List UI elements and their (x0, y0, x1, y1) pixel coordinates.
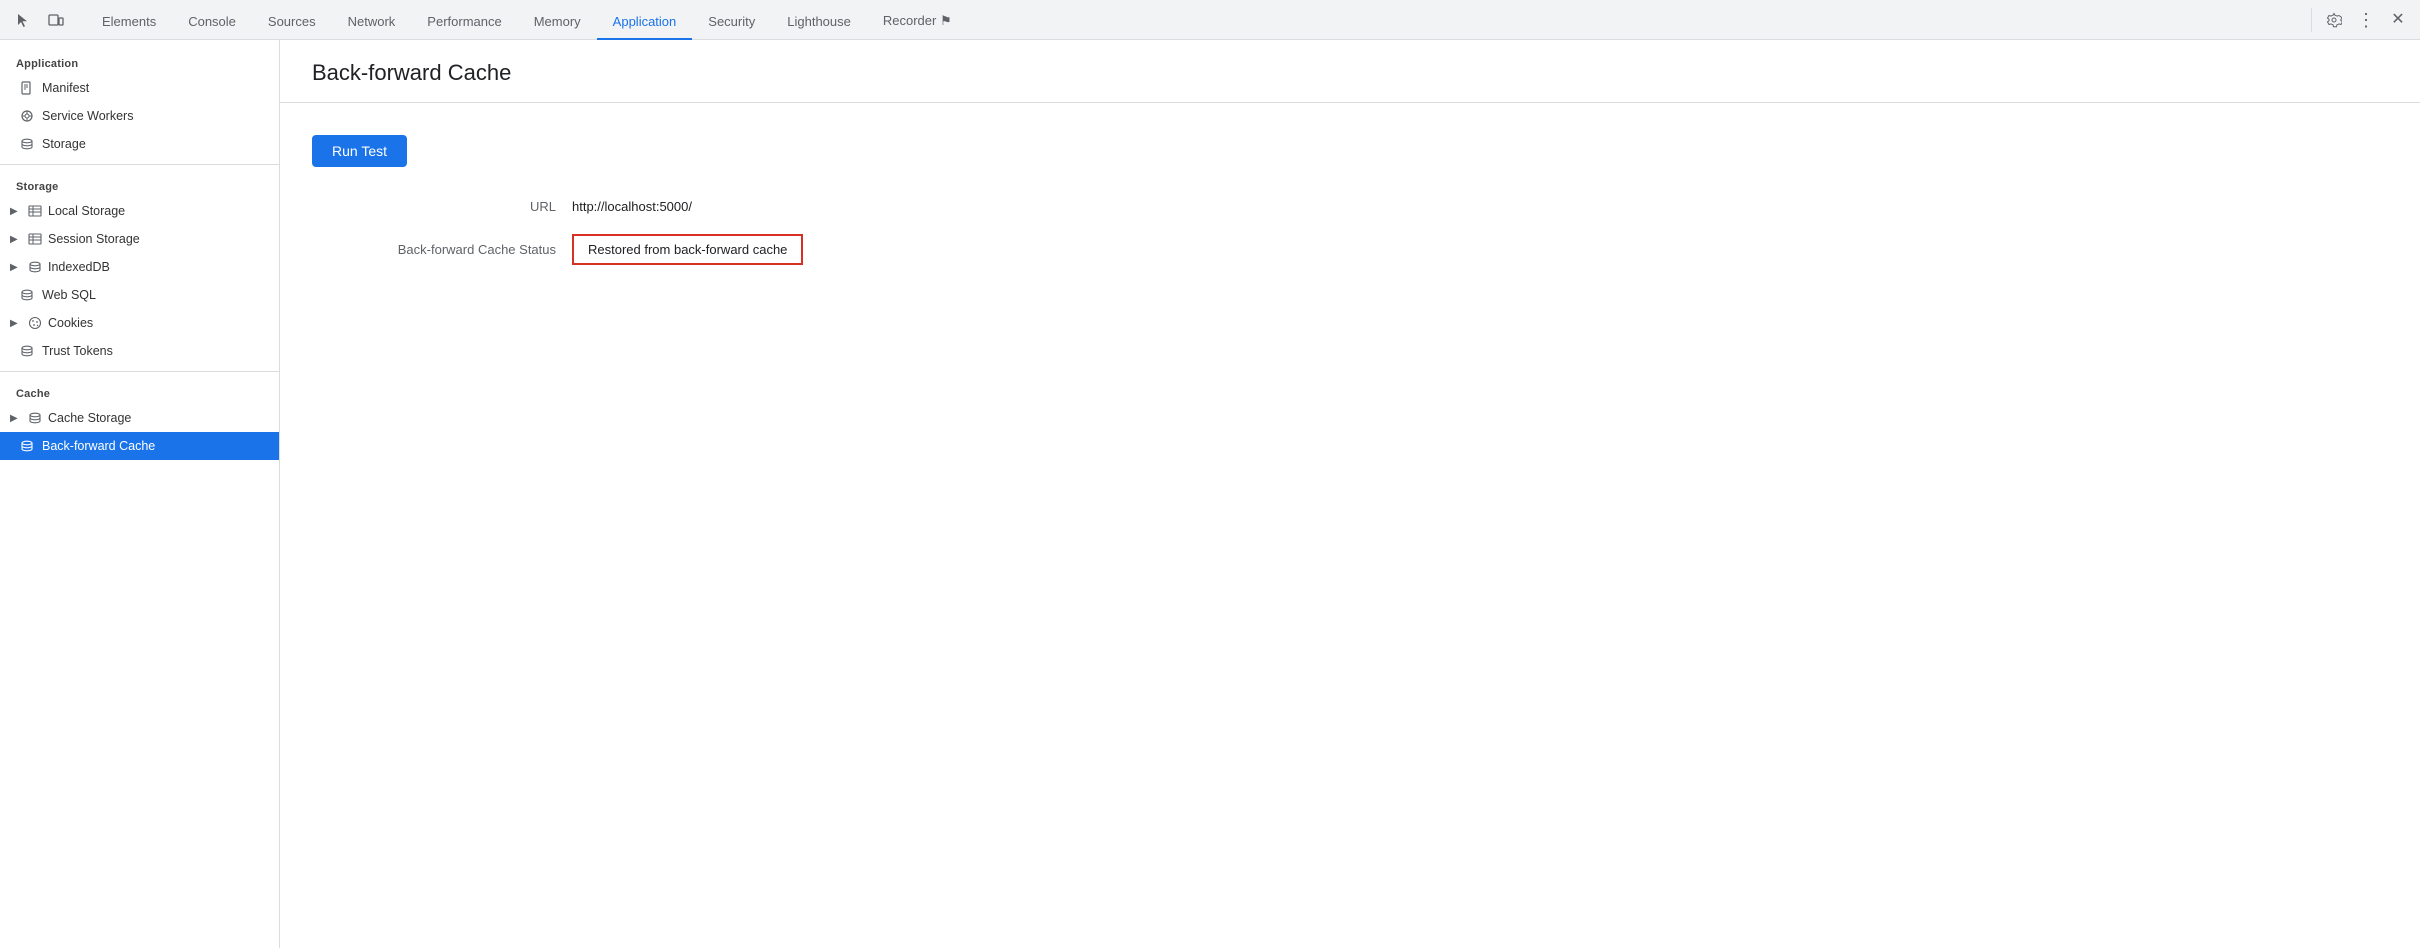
sidebar-item-indexed-db[interactable]: ▶ IndexedDB (0, 253, 279, 281)
tab-application[interactable]: Application (597, 4, 693, 40)
service-workers-icon (20, 109, 34, 123)
back-forward-cache-icon (20, 439, 34, 453)
sidebar-item-back-forward-cache[interactable]: Back-forward Cache (0, 432, 279, 460)
tab-bar-right: ⋮ ✕ (2307, 6, 2412, 34)
sidebar-item-manifest[interactable]: Manifest (0, 74, 279, 102)
indexed-db-icon (28, 260, 42, 274)
tab-bar: Elements Console Sources Network Perform… (0, 0, 2420, 40)
cache-storage-label: Cache Storage (48, 411, 131, 425)
sidebar-item-local-storage[interactable]: ▶ Local Storage (0, 197, 279, 225)
url-row: URL http://localhost:5000/ (312, 199, 2388, 214)
cursor-icon-button[interactable] (8, 6, 36, 34)
tab-elements[interactable]: Elements (86, 4, 172, 40)
web-sql-label: Web SQL (42, 288, 96, 302)
tab-performance[interactable]: Performance (411, 4, 517, 40)
cache-storage-arrow: ▶ (10, 413, 22, 424)
trust-tokens-icon (20, 344, 34, 358)
close-devtools-button[interactable]: ✕ (2384, 6, 2412, 34)
manifest-label: Manifest (42, 81, 89, 95)
divider-1 (0, 164, 279, 165)
manifest-icon (20, 81, 34, 95)
content-header: Back-forward Cache (280, 40, 2420, 103)
sidebar-item-cache-storage[interactable]: ▶ Cache Storage (0, 404, 279, 432)
run-test-button[interactable]: Run Test (312, 135, 407, 167)
session-storage-label: Session Storage (48, 232, 140, 246)
main-area: Application Manifest (0, 40, 2420, 948)
cache-status-value: Restored from back-forward cache (572, 234, 803, 265)
storage-label: Storage (42, 137, 86, 151)
storage-section-title: Storage (0, 171, 279, 197)
trust-tokens-label: Trust Tokens (42, 344, 113, 358)
cache-section-title: Cache (0, 378, 279, 404)
indexed-db-label: IndexedDB (48, 260, 110, 274)
settings-button[interactable] (2320, 6, 2348, 34)
tab-console[interactable]: Console (172, 4, 252, 40)
sidebar-item-trust-tokens[interactable]: Trust Tokens (0, 337, 279, 365)
cookies-arrow: ▶ (10, 318, 22, 329)
local-storage-icon (28, 204, 42, 218)
sidebar-item-cookies[interactable]: ▶ Cookies (0, 309, 279, 337)
cache-status-label: Back-forward Cache Status (312, 242, 572, 257)
back-forward-cache-label: Back-forward Cache (42, 439, 155, 453)
session-storage-icon (28, 232, 42, 246)
info-table: URL http://localhost:5000/ Back-forward … (312, 199, 2388, 265)
sidebar: Application Manifest (0, 40, 280, 948)
storage-icon (20, 137, 34, 151)
indexed-db-arrow: ▶ (10, 262, 22, 273)
sidebar-item-storage[interactable]: Storage (0, 130, 279, 158)
cache-storage-icon (28, 411, 42, 425)
tab-recorder[interactable]: Recorder ⚑ (867, 4, 968, 40)
cookies-icon (28, 316, 42, 330)
cache-status-row: Back-forward Cache Status Restored from … (312, 234, 2388, 265)
url-value: http://localhost:5000/ (572, 199, 692, 214)
session-storage-arrow: ▶ (10, 234, 22, 245)
more-options-button[interactable]: ⋮ (2352, 6, 2380, 34)
local-storage-arrow: ▶ (10, 206, 22, 217)
tab-memory[interactable]: Memory (518, 4, 597, 40)
device-toolbar-icon-button[interactable] (42, 6, 70, 34)
content-body: Run Test URL http://localhost:5000/ Back… (280, 103, 2420, 317)
divider-2 (0, 371, 279, 372)
tab-sources[interactable]: Sources (252, 4, 332, 40)
tab-lighthouse[interactable]: Lighthouse (771, 4, 867, 40)
sidebar-item-session-storage[interactable]: ▶ Session Storage (0, 225, 279, 253)
cookies-label: Cookies (48, 316, 93, 330)
tab-divider (2311, 8, 2312, 32)
service-workers-label: Service Workers (42, 109, 133, 123)
sidebar-item-web-sql[interactable]: Web SQL (0, 281, 279, 309)
tab-items: Elements Console Sources Network Perform… (86, 0, 2299, 39)
content-panel: Back-forward Cache Run Test URL http://l… (280, 40, 2420, 948)
local-storage-label: Local Storage (48, 204, 125, 218)
web-sql-icon (20, 288, 34, 302)
tab-network[interactable]: Network (332, 4, 412, 40)
page-title: Back-forward Cache (312, 60, 2388, 86)
tab-security[interactable]: Security (692, 4, 771, 40)
application-section-title: Application (0, 48, 279, 74)
url-label: URL (312, 199, 572, 214)
tab-bar-icons (8, 6, 70, 34)
sidebar-item-service-workers[interactable]: Service Workers (0, 102, 279, 130)
